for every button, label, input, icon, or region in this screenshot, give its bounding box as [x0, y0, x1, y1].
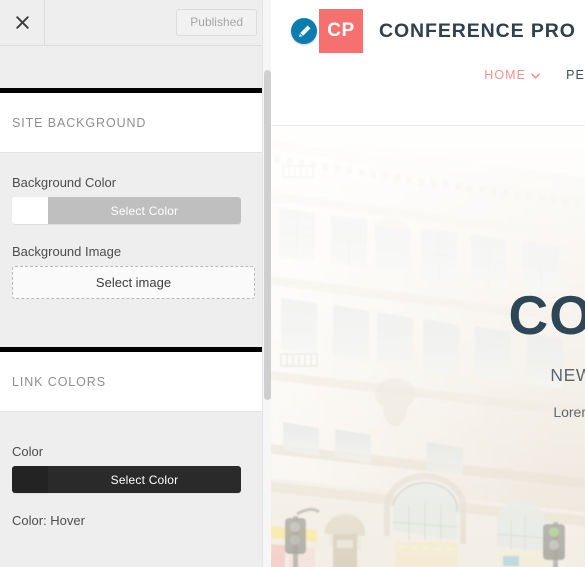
section-body-link-colors: Color Select Color Color: Hover: [0, 412, 271, 528]
section-header-site-background[interactable]: SITE BACKGROUND: [0, 93, 271, 153]
sidebar-scrollbar[interactable]: [262, 0, 271, 567]
customizer-app: Published SITE BACKGROUND Background Col…: [0, 0, 585, 567]
select-image-button[interactable]: Select image: [12, 266, 255, 299]
sidebar-scrollbar-thumb[interactable]: [264, 70, 271, 400]
panel-gap: [0, 46, 271, 88]
brand-row: CP CONFERENCE PRO: [271, 0, 585, 53]
field-background-image: Background Image Select image: [12, 244, 259, 299]
customizer-sidebar: Published SITE BACKGROUND Background Col…: [0, 0, 271, 567]
chevron-down-icon: [531, 68, 541, 82]
publish-area: Published: [176, 0, 271, 45]
close-customizer-button[interactable]: [0, 0, 45, 45]
published-button[interactable]: Published: [176, 8, 257, 37]
nav-item-people-label: PE: [566, 68, 585, 82]
hero-description: Lorem: [553, 404, 585, 420]
edit-shortcut-button[interactable]: [291, 18, 317, 44]
label-background-image: Background Image: [12, 244, 122, 259]
field-background-color: Background Color Select Color: [12, 175, 259, 224]
hero-subtitle: NEW: [550, 365, 585, 385]
section-title-site-background: SITE BACKGROUND: [12, 116, 147, 130]
nav-item-home[interactable]: HOME: [484, 68, 541, 82]
customizer-header: Published: [0, 0, 271, 46]
label-link-color-hover: Color: Hover: [12, 513, 85, 528]
site-logo[interactable]: CP: [319, 9, 363, 53]
link-color-swatch[interactable]: [12, 466, 48, 493]
link-color-picker[interactable]: Select Color: [12, 466, 241, 493]
hero-banner: CO NEW Lorem: [271, 125, 585, 567]
pencil-edit-icon: [297, 24, 312, 39]
site-nav: HOME PE: [271, 68, 585, 82]
site-preview: CP CONFERENCE PRO HOME PE CO NE Lore: [271, 0, 585, 567]
close-icon: [15, 15, 30, 30]
section-header-link-colors[interactable]: LINK COLORS: [0, 352, 271, 412]
nav-item-home-label: HOME: [484, 68, 527, 82]
label-link-color: Color: [12, 444, 44, 459]
background-color-picker[interactable]: Select Color: [12, 197, 241, 224]
site-title[interactable]: CONFERENCE PRO: [379, 20, 576, 43]
section-title-link-colors: LINK COLORS: [12, 375, 106, 389]
label-background-color: Background Color: [12, 175, 117, 190]
section-body-site-background: Background Color Select Color Background…: [0, 153, 271, 307]
site-header: CP CONFERENCE PRO HOME PE: [271, 0, 585, 125]
nav-item-people[interactable]: PE: [566, 68, 585, 82]
background-color-select-button[interactable]: Select Color: [48, 197, 241, 224]
section-spacer: [0, 307, 271, 347]
field-link-color: Color Select Color: [12, 444, 259, 493]
link-color-select-button[interactable]: Select Color: [48, 466, 241, 493]
hero-text-block: CO NEW Lorem: [293, 284, 585, 421]
hero-title: CO: [508, 284, 585, 346]
field-link-color-hover: Color: Hover: [12, 513, 259, 528]
background-color-swatch[interactable]: [12, 197, 48, 224]
header-spacer: [45, 0, 176, 45]
